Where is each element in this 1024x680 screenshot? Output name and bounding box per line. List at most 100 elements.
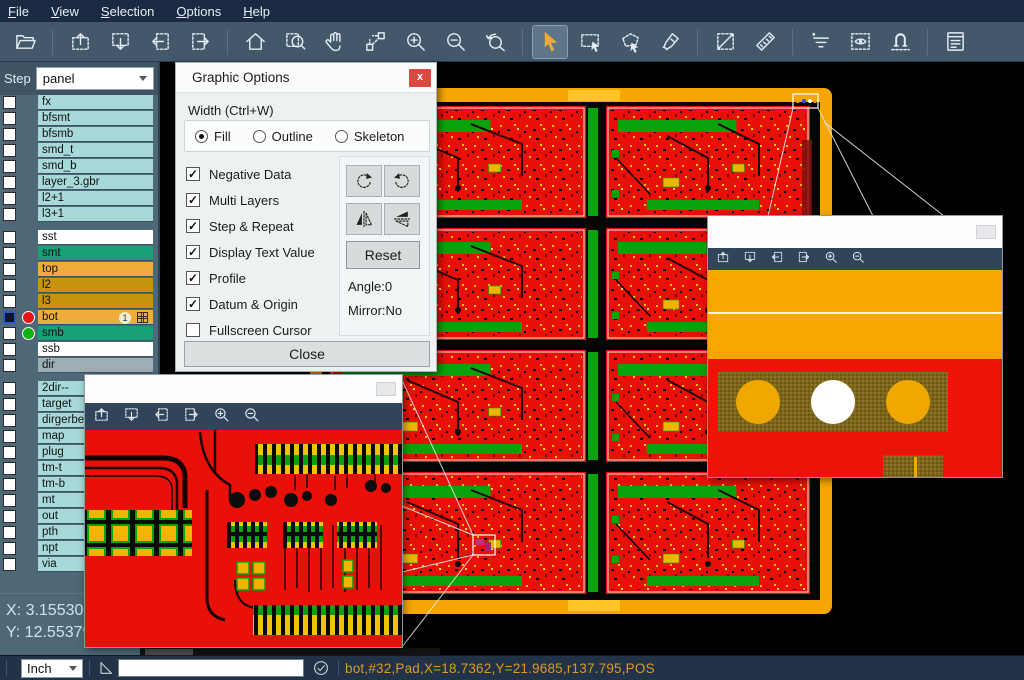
close-button[interactable]: Close (184, 341, 430, 367)
filter-button[interactable] (803, 26, 837, 58)
checkbox-box[interactable] (186, 323, 200, 337)
mirror-horizontal-button[interactable] (346, 203, 382, 235)
menu-selection[interactable]: Selection (101, 4, 154, 19)
layer-checkbox[interactable] (3, 96, 16, 109)
layer-checkbox[interactable] (3, 359, 16, 372)
layer-checkbox[interactable] (3, 462, 16, 475)
zoom-out-button[interactable] (243, 406, 260, 428)
close-icon[interactable]: x (409, 69, 431, 87)
layer-checkbox[interactable] (3, 112, 16, 125)
rotate-cw-button[interactable] (346, 165, 382, 197)
layer-row-bfsmt[interactable]: bfsmt (0, 111, 158, 127)
reset-button[interactable]: Reset (346, 241, 420, 269)
zoom-out-button[interactable] (851, 250, 865, 269)
layer-checkbox[interactable] (3, 208, 16, 221)
layer-checkbox[interactable] (3, 446, 16, 459)
home-view-button[interactable] (238, 26, 272, 58)
layer-checkbox[interactable] (3, 160, 16, 173)
layer-checkbox[interactable] (3, 247, 16, 260)
pan-right-button[interactable] (183, 406, 200, 428)
layer-checkbox[interactable] (3, 144, 16, 157)
layer-checkbox[interactable] (3, 279, 16, 292)
zoom-out-button[interactable] (438, 26, 472, 58)
radio-dot[interactable] (335, 130, 348, 143)
layer-row-layer_3.gbr[interactable]: layer_3.gbr (0, 175, 158, 191)
layer-row-ssb[interactable]: ssb (0, 342, 158, 358)
radio-dot[interactable] (253, 130, 266, 143)
checkbox-fullscreen-cursor[interactable]: Fullscreen Cursor (186, 317, 315, 343)
checkbox-box[interactable]: ✓ (186, 271, 200, 285)
checkbox-box[interactable]: ✓ (186, 219, 200, 233)
poly-select-button[interactable] (613, 26, 647, 58)
snap-button[interactable] (883, 26, 917, 58)
pan-right-button[interactable] (183, 26, 217, 58)
layer-checkbox[interactable] (3, 295, 16, 308)
layer-checkbox[interactable] (3, 478, 16, 491)
pan-down-button[interactable] (103, 26, 137, 58)
layer-checkbox[interactable] (3, 263, 16, 276)
layer-checkbox[interactable] (3, 510, 16, 523)
layer-row-l3[interactable]: l3 (0, 294, 158, 310)
radio-fill[interactable]: Fill (195, 129, 231, 144)
brush-tool-button[interactable] (653, 26, 687, 58)
checkbox-box[interactable]: ✓ (186, 167, 200, 181)
menu-help[interactable]: Help (243, 4, 270, 19)
rect-select-button[interactable] (573, 26, 607, 58)
checkbox-box[interactable]: ✓ (186, 193, 200, 207)
pan-hand-button[interactable] (318, 26, 352, 58)
open-file-button[interactable] (8, 26, 42, 58)
layer-row-smd_t[interactable]: smd_t (0, 143, 158, 159)
pan-right-button[interactable] (797, 250, 811, 269)
magnifier-2-titlebar[interactable] (708, 216, 1002, 248)
layer-checkbox[interactable] (3, 398, 16, 411)
ruler-button[interactable] (748, 26, 782, 58)
layer-checkbox[interactable] (3, 176, 16, 189)
pan-up-button[interactable] (93, 406, 110, 428)
layer-row-smd_b[interactable]: smd_b (0, 159, 158, 175)
grid-icon[interactable] (137, 312, 148, 323)
checkbox-box[interactable]: ✓ (186, 245, 200, 259)
checkbox-step-repeat[interactable]: ✓Step & Repeat (186, 213, 315, 239)
layer-checkbox[interactable] (3, 192, 16, 205)
layer-row-dir[interactable]: dir (0, 358, 158, 374)
view-options-button[interactable] (843, 26, 877, 58)
layer-checkbox[interactable] (3, 382, 16, 395)
pan-left-button[interactable] (770, 250, 784, 269)
layer-row-l3+1[interactable]: l3+1 (0, 207, 158, 223)
step-select[interactable]: panel (36, 67, 154, 90)
zoom-window-button[interactable] (278, 26, 312, 58)
cursor-tool-button[interactable] (533, 26, 567, 58)
menu-options[interactable]: Options (176, 4, 221, 19)
layer-row-l2[interactable]: l2 (0, 278, 158, 294)
pan-down-button[interactable] (123, 406, 140, 428)
layer-checkbox[interactable] (3, 128, 16, 141)
menu-view[interactable]: View (51, 4, 79, 19)
menu-file[interactable]: File (8, 4, 29, 19)
rotate-ccw-button[interactable] (384, 165, 420, 197)
layer-row-smt[interactable]: smt (0, 246, 158, 262)
layer-checkbox[interactable] (3, 494, 16, 507)
zoom-previous-button[interactable] (478, 26, 512, 58)
layer-checkbox[interactable] (3, 430, 16, 443)
confirm-check-icon[interactable] (312, 659, 330, 677)
checkbox-datum-origin[interactable]: ✓Datum & Origin (186, 291, 315, 317)
mirror-vertical-button[interactable] (384, 203, 420, 235)
report-button[interactable] (938, 26, 972, 58)
checkbox-multi-layers[interactable]: ✓Multi Layers (186, 187, 315, 213)
checkbox-profile[interactable]: ✓Profile (186, 265, 315, 291)
layer-checkbox[interactable] (3, 414, 16, 427)
magnifier-2-view[interactable] (708, 270, 1002, 477)
zoom-in-button[interactable] (398, 26, 432, 58)
layer-row-l2+1[interactable]: l2+1 (0, 191, 158, 207)
minimize-icon[interactable] (976, 225, 996, 239)
measure-diagonal-button[interactable] (708, 26, 742, 58)
corner-angle-icon[interactable] (98, 659, 116, 677)
radio-outline[interactable]: Outline (253, 129, 313, 144)
pan-left-button[interactable] (153, 406, 170, 428)
zoom-in-button[interactable] (824, 250, 838, 269)
layer-checkbox[interactable] (3, 231, 16, 244)
zoom-in-button[interactable] (213, 406, 230, 428)
layer-row-smb[interactable]: smb (0, 326, 158, 342)
pan-up-button[interactable] (63, 26, 97, 58)
radio-skeleton[interactable]: Skeleton (335, 129, 405, 144)
